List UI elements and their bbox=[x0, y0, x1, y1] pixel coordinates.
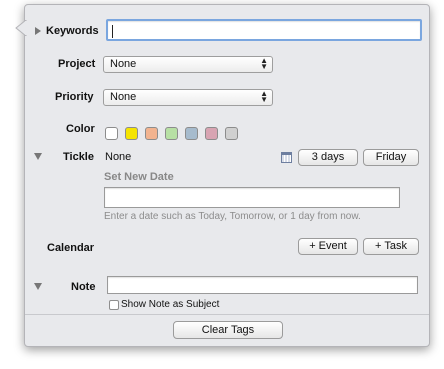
project-select[interactable]: None ▲ ▼ bbox=[103, 56, 273, 73]
color-label: Color bbox=[66, 123, 95, 135]
new-date-input[interactable] bbox=[104, 187, 400, 208]
date-hint: Enter a date such as Today, Tomorrow, or… bbox=[104, 211, 361, 222]
project-selected: None bbox=[110, 58, 137, 70]
clear-tags-button[interactable]: Clear Tags bbox=[173, 321, 283, 339]
priority-selected: None bbox=[110, 91, 137, 103]
tickle-label: Tickle bbox=[63, 151, 94, 163]
color-swatch-4[interactable] bbox=[165, 127, 178, 140]
set-new-date-label: Set New Date bbox=[104, 171, 174, 183]
priority-label: Priority bbox=[55, 91, 94, 103]
footer-divider bbox=[25, 314, 429, 315]
text-caret bbox=[112, 25, 113, 38]
priority-select[interactable]: None ▲ ▼ bbox=[103, 89, 273, 106]
popover-pointer bbox=[15, 20, 27, 36]
note-disclosure-icon[interactable] bbox=[34, 283, 42, 290]
three-days-button[interactable]: 3 days bbox=[298, 149, 358, 166]
calendar-icon[interactable] bbox=[281, 152, 292, 163]
select-arrows-icon: ▲ ▼ bbox=[260, 56, 268, 71]
note-input[interactable] bbox=[107, 276, 418, 294]
note-label: Note bbox=[71, 281, 96, 293]
show-note-as-subject-checkbox[interactable] bbox=[109, 300, 119, 310]
add-task-button[interactable]: + Task bbox=[363, 238, 419, 255]
color-swatch-3[interactable] bbox=[145, 127, 158, 140]
tickle-disclosure-icon[interactable] bbox=[34, 153, 42, 160]
show-note-as-subject-label: Show Note as Subject bbox=[121, 299, 220, 310]
color-swatch-2[interactable] bbox=[125, 127, 138, 140]
project-label: Project bbox=[58, 58, 96, 70]
select-arrows-icon: ▲ ▼ bbox=[260, 89, 268, 104]
color-swatch-7[interactable] bbox=[225, 127, 238, 140]
friday-button[interactable]: Friday bbox=[363, 149, 419, 166]
color-swatch-1[interactable] bbox=[105, 127, 118, 140]
color-swatch-5[interactable] bbox=[185, 127, 198, 140]
keywords-disclosure-icon[interactable] bbox=[35, 27, 41, 35]
calendar-label: Calendar bbox=[47, 242, 95, 254]
add-event-button[interactable]: + Event bbox=[298, 238, 358, 255]
tickle-value: None bbox=[105, 151, 132, 163]
tags-popover: Keywords Project None ▲ ▼ Priority None ▲… bbox=[24, 4, 430, 347]
color-swatch-6[interactable] bbox=[205, 127, 218, 140]
keywords-input[interactable] bbox=[106, 19, 422, 41]
keywords-label: Keywords bbox=[46, 25, 99, 37]
